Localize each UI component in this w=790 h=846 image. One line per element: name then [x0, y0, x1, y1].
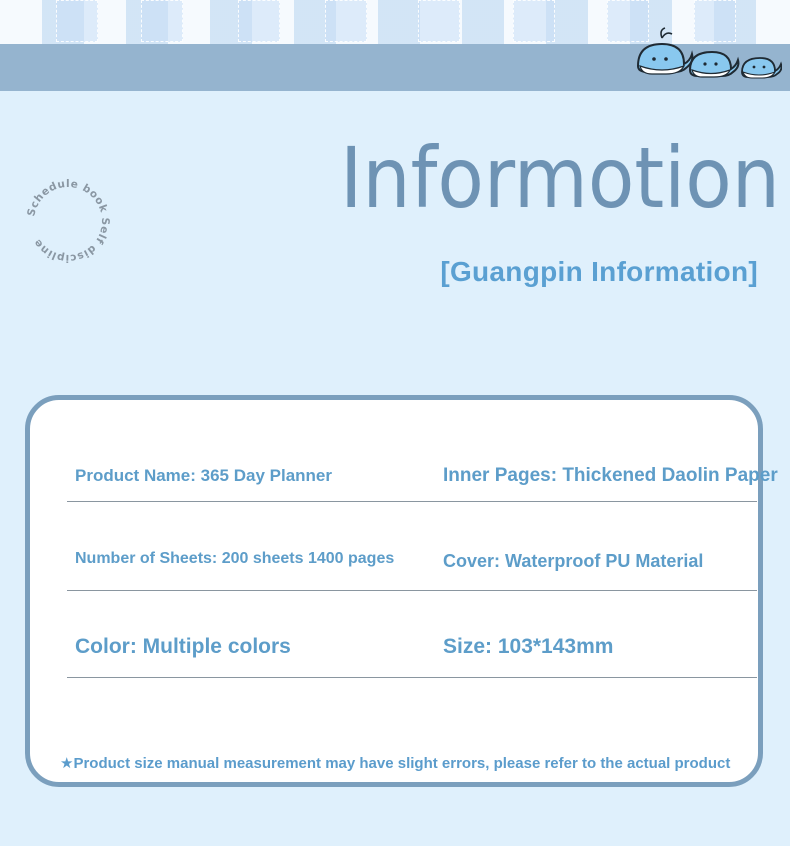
number-of-sheets: Number of Sheets: 200 sheets 1400 pages: [75, 550, 395, 567]
product-name: Product Name: 365 Day Planner: [75, 466, 332, 485]
whale-icon: [688, 50, 740, 78]
title-text: Informotion: [340, 130, 780, 222]
size: Size: 103*143mm: [443, 635, 614, 658]
whale-icon: [636, 27, 694, 75]
check-square: [418, 0, 460, 42]
seal-text: Schedule book Self discipline: [25, 178, 110, 264]
page-title: Informotion: [330, 130, 780, 222]
subtitle: [Guangpin Information]: [440, 256, 758, 287]
svg-text:Schedule book Self discipline: Schedule book Self discipline: [25, 178, 111, 264]
info-card: Product Name: 365 Day Planner Inner Page…: [25, 395, 778, 787]
whales-decoration: [636, 27, 782, 79]
check-square: [141, 0, 183, 42]
info-row: Number of Sheets: 200 sheets 1400 pages …: [67, 502, 757, 591]
color: Color: Multiple colors: [75, 635, 291, 658]
check-square: [325, 0, 367, 42]
whale-icon: [741, 57, 782, 79]
cover: Cover: Waterproof PU Material: [443, 551, 704, 571]
circular-seal: Schedule book Self discipline: [25, 178, 111, 264]
check-square: [56, 0, 98, 42]
info-row: Product Name: 365 Day Planner Inner Page…: [67, 413, 778, 502]
inner-pages: Inner Pages: Thickened Daolin Paper: [443, 465, 778, 486]
info-row: Color: Multiple colors Size: 103*143mm: [67, 589, 757, 678]
disclaimer-note: ★Product size manual measurement may hav…: [60, 755, 731, 772]
check-square: [238, 0, 280, 42]
check-square: [513, 0, 555, 42]
